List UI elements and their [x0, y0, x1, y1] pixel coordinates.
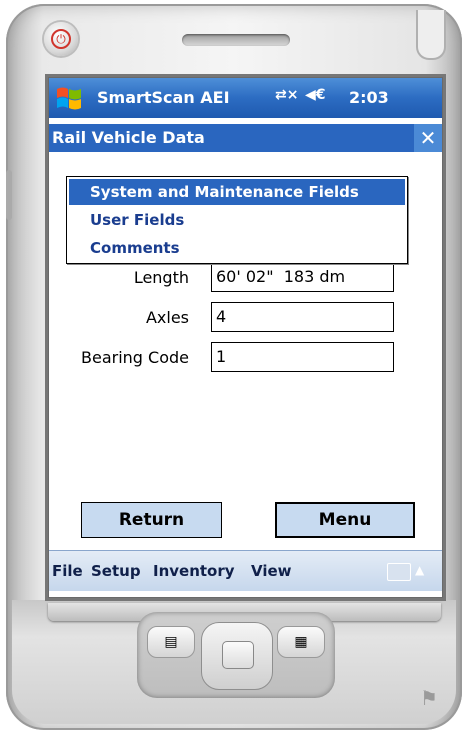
- screen: SmartScan AEI ⇄× ◀€ 2:03 Rail Vehicle Da…: [48, 77, 443, 598]
- menubar-view[interactable]: View: [251, 562, 292, 580]
- menu-button[interactable]: Menu: [275, 502, 415, 538]
- field-label-bearing-code: Bearing Code: [81, 348, 189, 367]
- hardware-button-area: ▤ ▦: [137, 612, 335, 698]
- navigation-dpad[interactable]: [201, 622, 273, 690]
- input-panel-arrow-icon[interactable]: ▲: [415, 563, 424, 577]
- clock[interactable]: 2:03: [349, 88, 389, 107]
- calendar-icon: ▦: [294, 634, 308, 650]
- side-button[interactable]: [6, 170, 12, 220]
- app-title: SmartScan AEI: [97, 88, 230, 107]
- power-button[interactable]: ⏻: [44, 22, 78, 56]
- close-button[interactable]: ✕: [414, 124, 442, 152]
- title-bar: SmartScan AEI ⇄× ◀€ 2:03: [49, 78, 442, 118]
- keyboard-icon[interactable]: [387, 563, 411, 581]
- dpad-center-button[interactable]: [222, 641, 254, 669]
- menubar-file[interactable]: File: [52, 562, 83, 580]
- menu-item-comments[interactable]: Comments: [69, 235, 405, 261]
- menu-bar: File Setup Inventory View ▲: [49, 550, 442, 591]
- menubar-inventory[interactable]: Inventory: [153, 562, 235, 580]
- menubar-setup[interactable]: Setup: [91, 562, 141, 580]
- field-label-axles: Axles: [145, 308, 189, 327]
- windows-flag-icon: ⚑: [420, 686, 438, 710]
- power-icon: ⏻: [51, 29, 71, 49]
- calendar-hardware-button[interactable]: ▦: [277, 626, 325, 658]
- page-title: Rail Vehicle Data: [52, 128, 205, 147]
- bearing-code-field[interactable]: 1: [211, 342, 394, 372]
- menu-item-user-fields[interactable]: User Fields: [69, 207, 405, 233]
- page-header: Rail Vehicle Data ✕: [49, 124, 442, 152]
- contacts-icon: ▤: [164, 634, 178, 650]
- axles-field[interactable]: 4: [211, 302, 394, 332]
- field-label-length: Length: [133, 268, 189, 287]
- return-button[interactable]: Return: [81, 502, 222, 538]
- contacts-hardware-button[interactable]: ▤: [147, 626, 195, 658]
- speaker-grille: [182, 34, 290, 46]
- form-content: Length 60' 02" 183 dm Axles 4 Bearing Co…: [49, 152, 442, 548]
- section-dropdown-menu[interactable]: System and Maintenance Fields User Field…: [66, 176, 408, 264]
- connectivity-icon[interactable]: ⇄×: [275, 87, 298, 103]
- volume-icon[interactable]: ◀€: [305, 87, 326, 103]
- stylus-slot: [416, 10, 446, 60]
- menu-item-system-maintenance-fields[interactable]: System and Maintenance Fields: [69, 179, 405, 205]
- start-windows-logo-icon[interactable]: [53, 82, 85, 114]
- length-field[interactable]: 60' 02" 183 dm: [211, 262, 394, 292]
- close-icon: ✕: [419, 126, 437, 150]
